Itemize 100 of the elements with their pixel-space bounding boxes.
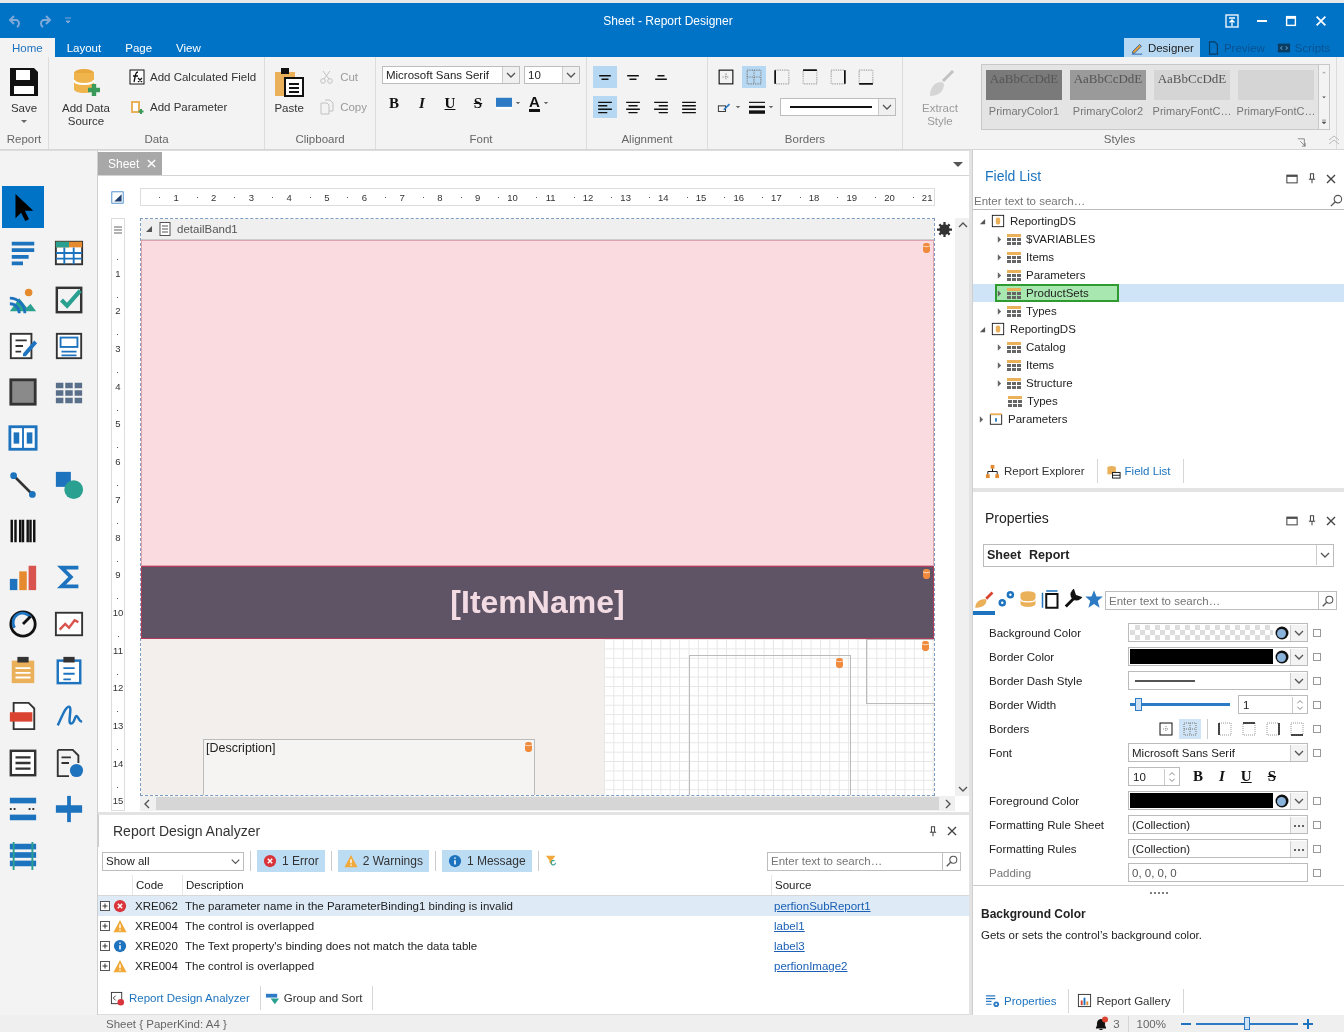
ruler-number: 13: [112, 719, 124, 731]
format-button[interactable]: I: [1216, 768, 1228, 786]
object-type: Report: [1029, 548, 1070, 563]
property-label: Formatting Rules: [988, 842, 1078, 855]
ribbon-tab[interactable]: Page: [113, 38, 165, 57]
tree-row[interactable]: Items: [973, 356, 1344, 374]
tree-row[interactable]: ReportingDS: [973, 320, 1344, 338]
style-item[interactable]: AaBbCcDdE PrimaryFontC…: [1150, 65, 1234, 129]
group-label: Data: [144, 132, 169, 147]
source-link[interactable]: perfionImage2: [771, 960, 848, 972]
ribbon-tab[interactable]: Home: [0, 38, 55, 57]
ruler-number: 19: [846, 191, 858, 203]
combo-box[interactable]: 10: [524, 66, 580, 84]
format-button[interactable]: S: [1264, 768, 1280, 786]
property-label: Borders: [988, 722, 1031, 735]
tree-row[interactable]: Structure: [973, 374, 1344, 392]
tree-row[interactable]: Items: [973, 248, 1344, 266]
tree-label: ReportingDS: [1010, 215, 1076, 227]
notification-count: 3: [1113, 1017, 1120, 1030]
search-field[interactable]: Enter text to search…: [1105, 591, 1319, 611]
filter-toggle[interactable]: 1 Error: [257, 850, 325, 872]
number-field[interactable]: 10: [1128, 767, 1180, 787]
panel-tab[interactable]: Report Design Analyzer: [106, 986, 261, 1010]
format-button[interactable]: U: [1237, 768, 1255, 786]
column-header: Source: [771, 875, 969, 895]
object-selector[interactable]: Sheet Report: [983, 544, 1334, 567]
tree-row[interactable]: ProductSets: [973, 284, 1344, 302]
ruler-number: 3: [115, 343, 121, 355]
tree-row[interactable]: ReportingDS: [973, 212, 1344, 230]
tree-row[interactable]: Parameters: [973, 410, 1344, 428]
group-label: Alignment: [621, 132, 673, 147]
ruler-number: 17: [771, 191, 782, 203]
format-button[interactable]: U: [438, 92, 462, 114]
ribbon-tab[interactable]: Layout: [54, 38, 114, 57]
filter-combo[interactable]: Show all: [102, 851, 244, 871]
table-row[interactable]: XRE004 The control is overlapped perfionImage2: [98, 956, 969, 976]
collection-field[interactable]: (Collection): [1128, 839, 1308, 859]
ruler-number: 8: [437, 191, 443, 203]
zoom-level: 100%: [1135, 1017, 1167, 1030]
property-label: Formatting Rule Sheet: [988, 818, 1106, 831]
ruler-number: 6: [115, 456, 121, 468]
ribbon-button[interactable]: Save: [6, 62, 42, 124]
ruler-number: 9: [115, 569, 121, 581]
ribbon-tab[interactable]: View: [164, 38, 213, 57]
style-item[interactable]: PrimaryFontC…: [1234, 65, 1318, 129]
tree-row[interactable]: Types: [973, 392, 1344, 410]
ruler-number: 21: [921, 191, 933, 203]
text-field[interactable]: 0, 0, 0, 0: [1128, 863, 1308, 883]
ruler-number: 2: [115, 305, 121, 317]
ruler-number: 2: [211, 191, 217, 203]
mode-tab[interactable]: Designer: [1123, 38, 1200, 57]
table-cell-text: XRE062: [134, 900, 179, 912]
ruler-number: 10: [507, 191, 518, 203]
ruler-number: 6: [361, 191, 368, 203]
panel-tab[interactable]: Properties: [983, 988, 1070, 1013]
collection-field[interactable]: (Collection): [1128, 815, 1308, 835]
ruler-number: 9: [474, 191, 481, 203]
ruler-number: 15: [695, 191, 707, 203]
combo-box[interactable]: Microsoft Sans Serif: [382, 66, 520, 84]
tree-label: Types: [1026, 305, 1057, 317]
panel-tab[interactable]: Report Explorer: [983, 459, 1098, 483]
ruler-number: 12: [112, 682, 124, 694]
tree-row[interactable]: $VARIABLES: [973, 230, 1344, 248]
format-button[interactable]: B: [382, 92, 406, 114]
ribbon-button[interactable]: Add Data Source: [55, 62, 117, 128]
ribbon-button[interactable]: Add Calculated Field: [127, 67, 259, 87]
table-row[interactable]: XRE004 The control is overlapped label1: [98, 916, 969, 936]
panel-tab[interactable]: Report Gallery: [1075, 988, 1184, 1013]
format-button[interactable]: B: [1190, 768, 1206, 786]
tree-row[interactable]: Parameters: [973, 266, 1344, 284]
filter-toggle[interactable]: 1 Message: [441, 850, 532, 872]
panel-tab[interactable]: Field List: [1103, 459, 1184, 483]
group-label: Borders: [784, 132, 826, 147]
search-field[interactable]: Enter text to search…: [767, 851, 943, 871]
ribbon-button[interactable]: Paste: [271, 62, 308, 115]
format-button[interactable]: I: [410, 92, 434, 114]
tree-row[interactable]: Types: [973, 302, 1344, 320]
ruler-number: 18: [808, 191, 820, 203]
format-button[interactable]: S: [466, 92, 490, 114]
table-row[interactable]: XRE020 The Text property's binding does not match the data table label3: [98, 936, 969, 956]
style-item[interactable]: AaBbCcDdE PrimaryColor2: [1066, 65, 1150, 129]
source-link[interactable]: label3: [771, 940, 805, 952]
ribbon-button[interactable]: Add Parameter: [127, 97, 259, 117]
table-cell-text: The Text property's binding does not match the data table: [184, 940, 479, 952]
table-cell-text: XRE004: [134, 960, 179, 972]
source-link[interactable]: label1: [771, 920, 805, 932]
ruler-number: 7: [115, 493, 121, 505]
source-link[interactable]: perfionSubReport1: [771, 900, 871, 912]
font-combo[interactable]: Microsoft Sans Serif: [1128, 743, 1308, 763]
table-row[interactable]: XRE062 The parameter name in the ParameterBinding1 binding is invalid perfionSubReport1: [98, 896, 969, 916]
tree-label: ReportingDS: [1010, 323, 1076, 335]
filter-toggle[interactable]: 2 Warnings: [337, 850, 429, 872]
ruler-number: 11: [545, 191, 556, 203]
tree-row[interactable]: Catalog: [973, 338, 1344, 356]
font-color-button[interactable]: A: [527, 92, 551, 114]
ruler-number: 8: [115, 531, 121, 543]
number-field[interactable]: 1: [1238, 695, 1308, 715]
panel-tab[interactable]: Group and Sort: [260, 986, 374, 1010]
tree-label: Structure: [1026, 377, 1073, 389]
panel-title: Properties: [985, 510, 1050, 526]
